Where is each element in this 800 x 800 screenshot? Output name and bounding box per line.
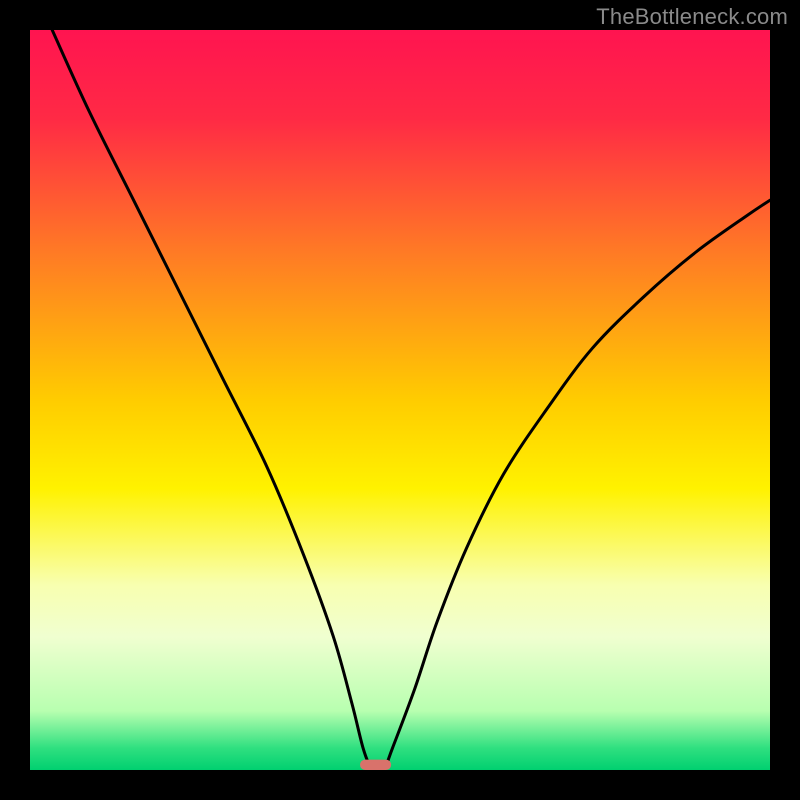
watermark-text: TheBottleneck.com (596, 4, 788, 30)
chart-frame: TheBottleneck.com (0, 0, 800, 800)
bottleneck-chart (0, 0, 800, 800)
optimal-range-marker (360, 760, 391, 770)
plot-background (30, 30, 770, 770)
